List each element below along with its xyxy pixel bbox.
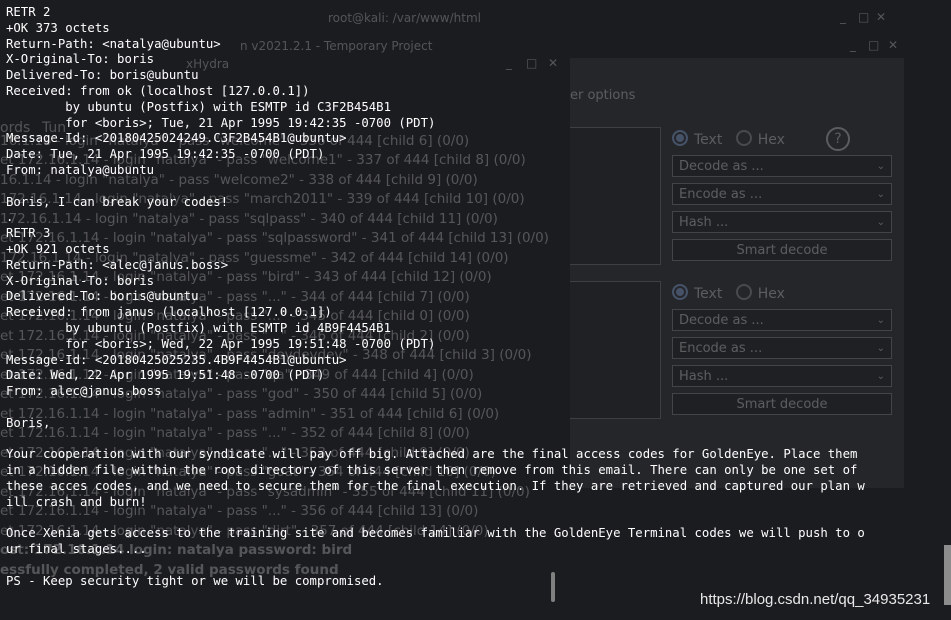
terminal-line: by ubuntu (Postfix) with ESMTP id 4B9F44…	[6, 320, 391, 335]
terminal-line: From: alec@janus.boss	[6, 384, 162, 399]
terminal-line: ill crash and burn!	[6, 494, 147, 509]
terminal-line: PS - Keep security tight or we will be c…	[6, 573, 384, 588]
terminal-line: Message-Id: <20180425025235.4B9F4454B1@u…	[6, 352, 347, 367]
watermark: https://blog.csdn.net/qq_34935231	[700, 591, 931, 608]
terminal-line: Return-Path: <alec@janus.boss>	[6, 257, 229, 272]
terminal-line: .	[6, 210, 14, 225]
scrollbar[interactable]	[944, 545, 951, 605]
terminal-line: Received: from janus (localhost [127.0.0…	[6, 305, 332, 320]
terminal-line: RETR 2	[6, 5, 51, 19]
terminal-line: for <boris>; Wed, 22 Apr 1995 19:51:48 -…	[6, 336, 436, 351]
terminal-line: X-Original-To: boris	[6, 273, 155, 288]
terminal-line: Delivered-To: boris@ubuntu	[6, 68, 199, 83]
terminal-line: Date: Tue, 21 Apr 1995 19:42:35 -0700 (P…	[6, 147, 325, 162]
text-cursor	[551, 572, 555, 602]
terminal-line: Received: from ok (localhost [127.0.0.1]…	[6, 83, 310, 98]
terminal-line: Your cooperation with our syndicate will…	[6, 447, 858, 462]
terminal-line: Delivered-To: boris@ubuntu	[6, 289, 199, 304]
terminal-line: for <boris>; Tue, 21 Apr 1995 19:42:35 -…	[6, 115, 436, 130]
terminal-line: Boris,	[6, 415, 51, 430]
terminal-line: +OK 921 octets	[6, 241, 110, 256]
terminal-line: From: natalya@ubuntu	[6, 162, 155, 177]
terminal-line: +OK 373 octets	[6, 20, 110, 35]
terminal-line: these acces codes, and we need to secure…	[6, 478, 865, 493]
terminal-line: RETR 3	[6, 226, 51, 241]
terminal-line: by ubuntu (Postfix) with ESMTP id C3F2B4…	[6, 99, 391, 114]
terminal-line: Message-Id: <20180425024249.C3F2B454B1@u…	[6, 131, 347, 146]
terminal-line: Once Xenia gets access to the training s…	[6, 526, 865, 541]
terminal-line: Return-Path: <natalya@ubuntu>	[6, 36, 221, 51]
terminal-line: in a hidden file within the root directo…	[6, 463, 858, 478]
terminal-line: Boris, I can break your codes!	[6, 194, 229, 209]
terminal-line: ur final stages....	[6, 542, 147, 557]
terminal-output: RETR 2 +OK 373 octets Return-Path: <nataly…	[6, 5, 946, 589]
terminal-line: X-Original-To: boris	[6, 52, 155, 67]
terminal-line: Date: Wed, 22 Apr 1995 19:51:48 -0700 (P…	[6, 368, 325, 383]
